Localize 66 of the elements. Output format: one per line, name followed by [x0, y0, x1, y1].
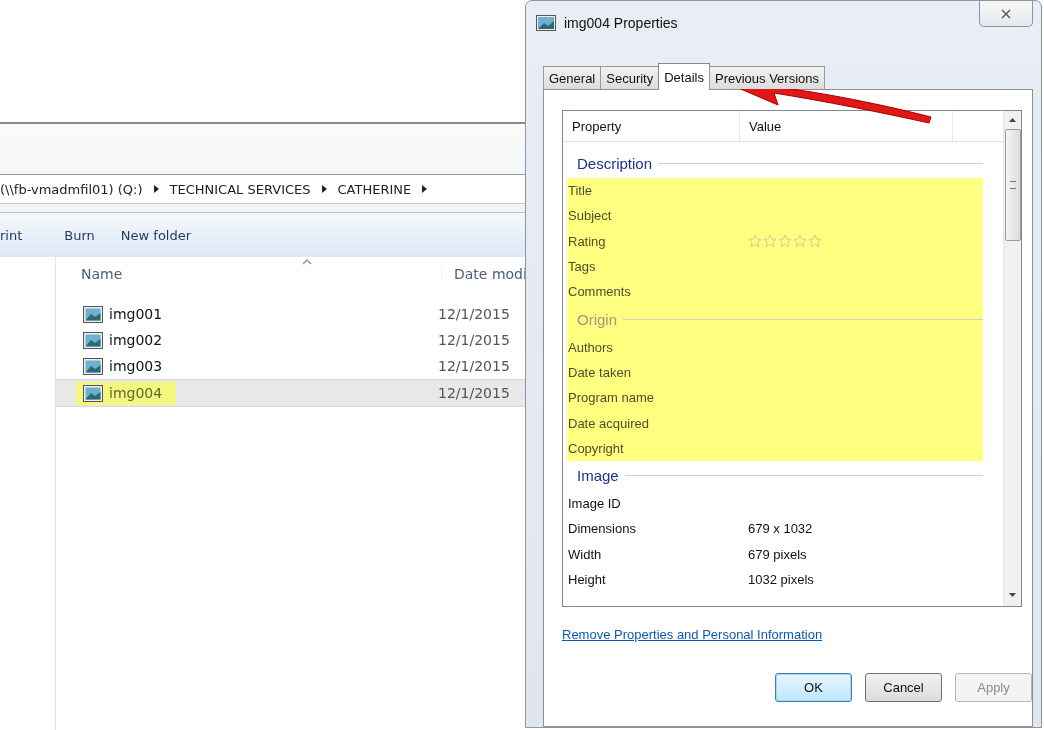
image-file-icon: [83, 357, 103, 375]
close-icon: [1001, 8, 1011, 19]
file-row[interactable]: img002 12/1/2015: [56, 327, 560, 353]
scrollbar[interactable]: [1003, 111, 1021, 606]
star-icon[interactable]: [778, 234, 792, 249]
property-value: 679 pixels: [748, 546, 807, 562]
column-header[interactable]: Name: [81, 266, 441, 282]
image-file-icon: [83, 384, 103, 402]
property-name: Copyright: [567, 440, 625, 456]
property-name: Date taken: [567, 364, 632, 380]
property-name: Rating: [567, 233, 607, 249]
image-file-icon: [536, 15, 556, 31]
file-name: img003: [109, 358, 163, 374]
file-row[interactable]: img001 12/1/2015: [56, 301, 560, 327]
property-name: Authors: [567, 339, 614, 355]
property-name: Program name: [567, 390, 655, 406]
scroll-down-icon[interactable]: [1008, 592, 1017, 598]
tab[interactable]: Previous Versions: [708, 66, 826, 89]
dialog-button[interactable]: OK: [775, 673, 852, 702]
remove-properties-link[interactable]: Remove Properties and Personal Information: [562, 627, 823, 642]
toolbar-button[interactable]: New folder: [120, 223, 204, 247]
file-name: img004: [109, 385, 163, 401]
file-name: img001: [109, 306, 163, 322]
star-icon[interactable]: [808, 234, 822, 249]
property-name: Subject: [567, 208, 613, 224]
toolbar-button[interactable]: Burn: [64, 223, 107, 247]
date-cell: 12/1/2015: [438, 332, 510, 348]
date-cell: 12/1/2015: [438, 358, 510, 374]
breadcrumb-item[interactable]: TECHNICAL SERVICES: [169, 181, 311, 197]
file-row[interactable]: img003 12/1/2015: [56, 353, 560, 379]
toolbar-button[interactable]: rint: [0, 223, 35, 247]
date-cell: 12/1/2015: [438, 306, 510, 322]
property-name: Image ID: [567, 496, 622, 512]
property-name: Title: [567, 183, 594, 199]
column-header[interactable]: Property: [563, 111, 740, 141]
property-name: Width: [567, 546, 603, 562]
property-name: Date acquired: [567, 415, 650, 431]
star-icon[interactable]: [763, 234, 777, 249]
close-button[interactable]: [979, 1, 1033, 27]
tab[interactable]: General: [543, 66, 602, 89]
star-icon[interactable]: [793, 234, 807, 249]
property-value: 679 x 1032: [748, 521, 813, 537]
tab[interactable]: Security: [600, 66, 660, 89]
property-name: Dimensions: [567, 521, 637, 537]
tab[interactable]: Details: [658, 63, 710, 90]
file-name: img002: [109, 332, 163, 348]
scroll-up-icon[interactable]: [1008, 117, 1017, 123]
property-name: Tags: [567, 259, 597, 275]
group-heading: Origin: [577, 311, 617, 328]
property-name: Height: [567, 572, 607, 587]
date-cell: 12/1/2015: [438, 385, 510, 401]
dialog-button[interactable]: Cancel: [865, 673, 942, 702]
star-rating[interactable]: [748, 234, 822, 249]
group-heading: Description: [577, 154, 653, 172]
chevron-icon[interactable]: [320, 184, 328, 194]
window-title: img004 Properties: [564, 15, 678, 31]
breadcrumb-item[interactable]: (\\fb-vmadmfil01) (Q:): [0, 181, 143, 197]
group-heading: Image: [577, 467, 619, 485]
image-file-icon: [83, 305, 103, 323]
chevron-icon[interactable]: [152, 184, 160, 194]
star-icon[interactable]: [748, 234, 762, 249]
property-value: 1032 pixels: [748, 572, 814, 587]
property-name: Comments: [567, 284, 632, 300]
breadcrumb-item[interactable]: CATHERINE: [337, 181, 412, 197]
image-file-icon: [83, 331, 103, 349]
chevron-icon[interactable]: [421, 184, 429, 194]
